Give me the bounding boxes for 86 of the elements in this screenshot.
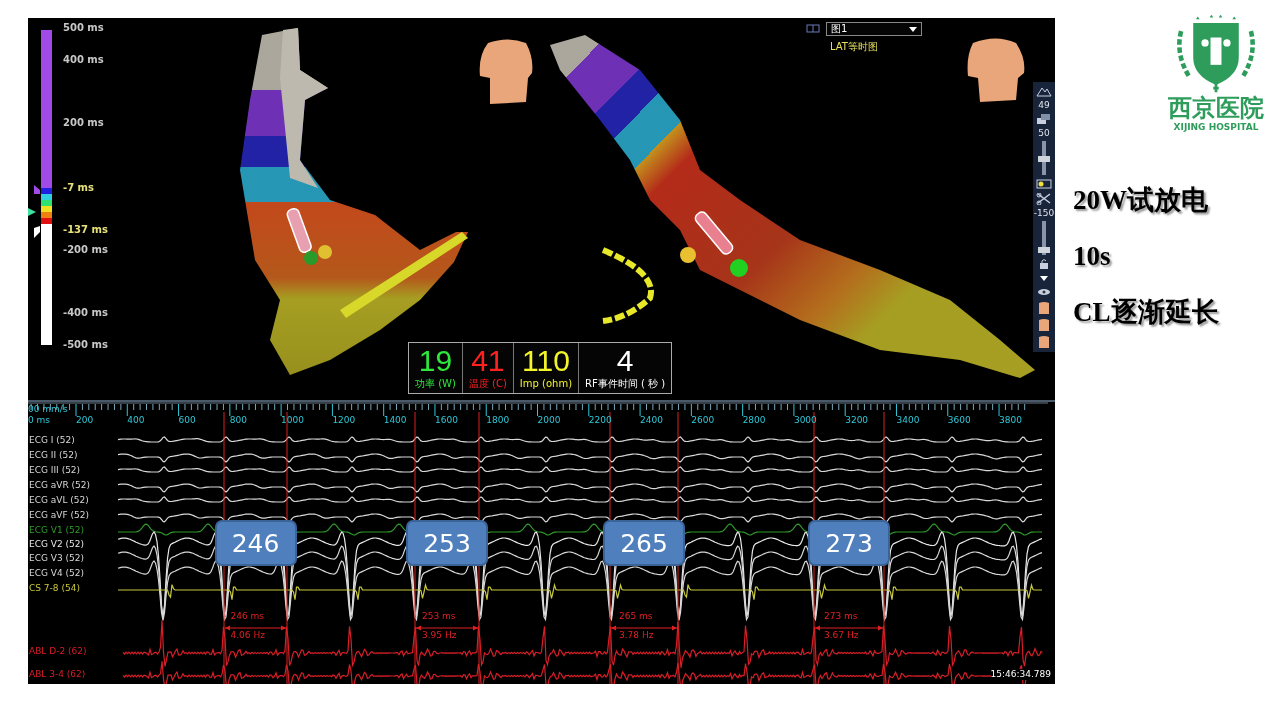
scale-label: -200 ms	[63, 244, 108, 256]
map-type-label: LAT等时图	[830, 40, 878, 54]
hospital-name: 西京医院	[1168, 94, 1264, 122]
current-marker-icon	[28, 208, 36, 216]
cycle-length-callout: 273	[808, 520, 890, 566]
channel-label: ECG II (52)	[29, 450, 78, 461]
map-dropdown[interactable]: 图1	[826, 22, 922, 36]
rf-label: 温度 (C)	[468, 378, 507, 390]
tick-label: 3200	[845, 415, 869, 425]
layers-icon[interactable]	[1036, 113, 1052, 125]
channel-label: ABL 3-4 (62)	[29, 669, 86, 680]
tick-label: 1400	[383, 415, 407, 425]
channel-label: ECG V1 (52)	[29, 525, 85, 536]
scale-label: -7 ms	[63, 182, 94, 194]
rf-label: 功率 (W)	[415, 378, 456, 390]
channel-label: ECG aVR (52)	[29, 480, 91, 491]
interval-label: 265 ms	[619, 611, 653, 621]
slide-note: 20W试放电	[1073, 185, 1209, 215]
scale-label: 400 ms	[63, 54, 104, 66]
tick-label: 2200	[588, 415, 612, 425]
measure-arrow	[224, 625, 287, 631]
scale-label: -137 ms	[63, 224, 108, 236]
tick-label: 200	[76, 415, 94, 425]
tick-label: 1000	[281, 415, 304, 425]
tick-label: 1600	[434, 415, 458, 425]
rate-label: 3.78 Hz	[619, 630, 654, 640]
rate-label: 3.67 Hz	[824, 630, 859, 640]
cycle-length-callout: 253	[406, 520, 488, 566]
channel-label: ECG aVF (52)	[29, 510, 89, 521]
rf-label: Imp (ohm)	[519, 378, 573, 390]
eye-icon[interactable]	[1036, 286, 1052, 298]
light-icon[interactable]	[1036, 178, 1052, 190]
opacity-value: 50	[1038, 128, 1050, 138]
tick-label: 600	[178, 415, 196, 425]
scale-label: 500 ms	[63, 22, 104, 34]
scale-label: 200 ms	[63, 117, 104, 129]
sweep-speed: 00 mm/s	[28, 404, 68, 414]
scale-label: -500 ms	[63, 339, 108, 351]
channel-label: ECG III (52)	[29, 465, 81, 476]
rf-value: 4	[616, 344, 634, 378]
caret-icon	[909, 26, 917, 32]
rf-value: 41	[471, 344, 505, 378]
tick-label: 3400	[896, 415, 920, 425]
scissors-icon[interactable]	[1036, 193, 1052, 205]
hospital-name-english: XIJING HOSPITAL	[1173, 122, 1259, 133]
tick-label: 0 ms	[28, 415, 51, 425]
channel-label: ECG I (52)	[29, 435, 75, 446]
rate-label: 4.06 Hz	[230, 630, 265, 640]
tick-label: 3000	[793, 415, 817, 425]
rf-label: RF事件时间 ( 秒 )	[585, 378, 666, 390]
channel-label: ECG V4 (52)	[29, 568, 85, 579]
measure-arrow	[415, 625, 479, 631]
timestamp: 15:46:34.789	[990, 669, 1051, 680]
clip-value: -150	[1033, 208, 1055, 218]
tick-label: 1800	[486, 415, 510, 425]
channel-label: ECG V2 (52)	[29, 539, 85, 550]
channel-label: ABL D-2 (62)	[29, 646, 87, 657]
tick-label: 1200	[332, 415, 356, 425]
rf-value: 110	[522, 344, 570, 378]
tick-label: 800	[229, 415, 247, 425]
tick-label: 3600	[947, 415, 971, 425]
split-view-icon[interactable]	[806, 24, 820, 34]
tick-label: 2600	[691, 415, 715, 425]
tick-label: 2800	[742, 415, 766, 425]
mountain-icon[interactable]	[1036, 85, 1052, 97]
channel-label: CS 7-8 (54)	[29, 583, 80, 594]
range-marker-icon	[34, 185, 40, 194]
slide-note: 10s	[1073, 241, 1112, 271]
measure-arrow	[814, 625, 884, 631]
rf-value: 19	[418, 344, 453, 378]
tick-label: 2000	[537, 415, 561, 425]
channel-label: ECG aVL (52)	[29, 495, 89, 506]
cycle-length-callout: 246	[214, 520, 297, 566]
interval-label: 246 ms	[230, 611, 264, 621]
measure-arrow	[610, 625, 678, 631]
tick-label: 3800	[999, 415, 1022, 425]
interval-label: 273 ms	[824, 611, 858, 621]
cycle-length-callout: 265	[603, 520, 685, 566]
rate-label: 3.95 Hz	[422, 630, 457, 640]
tick-label: 400	[127, 415, 145, 425]
channel-label: ECG V3 (52)	[29, 553, 85, 564]
slide-note: CL逐渐延长	[1073, 297, 1220, 327]
scale-label: -400 ms	[63, 307, 108, 319]
interval-label: 253 ms	[422, 611, 456, 621]
tick-label: 2400	[640, 415, 663, 425]
point-count: 49	[1038, 100, 1050, 110]
